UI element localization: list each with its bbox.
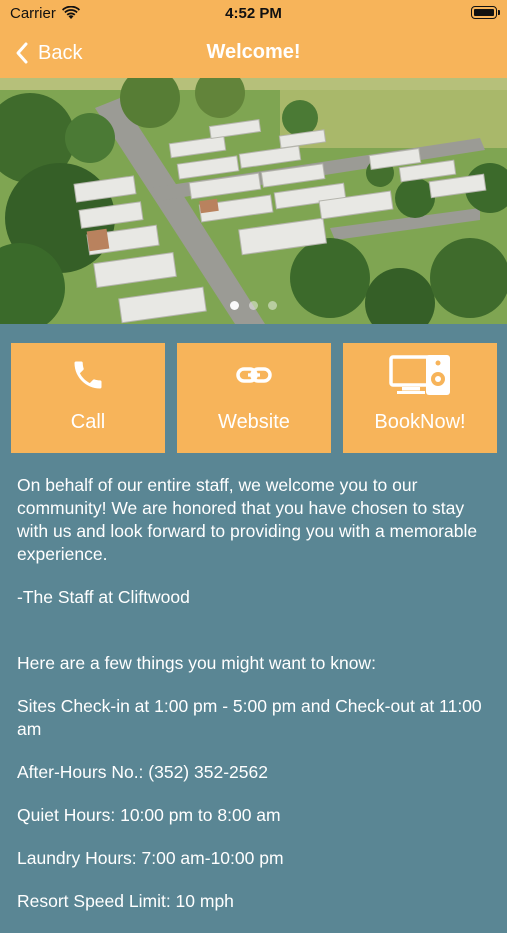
page-title: Welcome! xyxy=(206,41,301,63)
laundry-hours-info: Laundry Hours: 7:00 am-10:00 pm xyxy=(17,848,284,868)
info-heading: Here are a few things you might want to … xyxy=(17,653,376,673)
speed-limit-info: Resort Speed Limit: 10 mph xyxy=(17,891,234,911)
page-dot[interactable] xyxy=(268,301,277,310)
navigation-bar: Back Welcome! xyxy=(0,28,507,78)
hero-image-carousel[interactable] xyxy=(0,78,507,324)
website-label: Website xyxy=(218,411,290,433)
action-buttons: Call Website BookNow! xyxy=(11,343,497,453)
page-dot[interactable] xyxy=(230,301,239,310)
after-hours-info: After-Hours No.: (352) 352-2562 xyxy=(17,762,268,782)
intro-paragraph: On behalf of our entire staff, we welcom… xyxy=(17,475,478,564)
signature: -The Staff at Cliftwood xyxy=(17,587,190,607)
call-label: Call xyxy=(70,411,106,433)
booking-devices-icon xyxy=(389,355,450,395)
book-now-label: BookNow! xyxy=(374,411,466,433)
call-button[interactable]: Call xyxy=(11,343,165,453)
battery-icon xyxy=(471,6,500,19)
book-now-button[interactable]: BookNow! xyxy=(343,343,497,453)
check-in-info: Sites Check-in at 1:00 pm - 5:00 pm and … xyxy=(17,696,482,739)
phone-icon xyxy=(74,361,102,389)
status-bar: Carrier 4:52 PM xyxy=(0,0,507,28)
aerial-photo xyxy=(0,78,507,324)
clock: 4:52 PM xyxy=(225,5,282,22)
page-dot[interactable] xyxy=(249,301,258,310)
page-indicator[interactable] xyxy=(0,301,507,310)
quiet-hours-info: Quiet Hours: 10:00 pm to 8:00 am xyxy=(17,805,281,825)
website-button[interactable]: Website xyxy=(177,343,331,453)
welcome-content: On behalf of our entire staff, we welcom… xyxy=(17,474,499,933)
link-icon xyxy=(236,367,272,383)
